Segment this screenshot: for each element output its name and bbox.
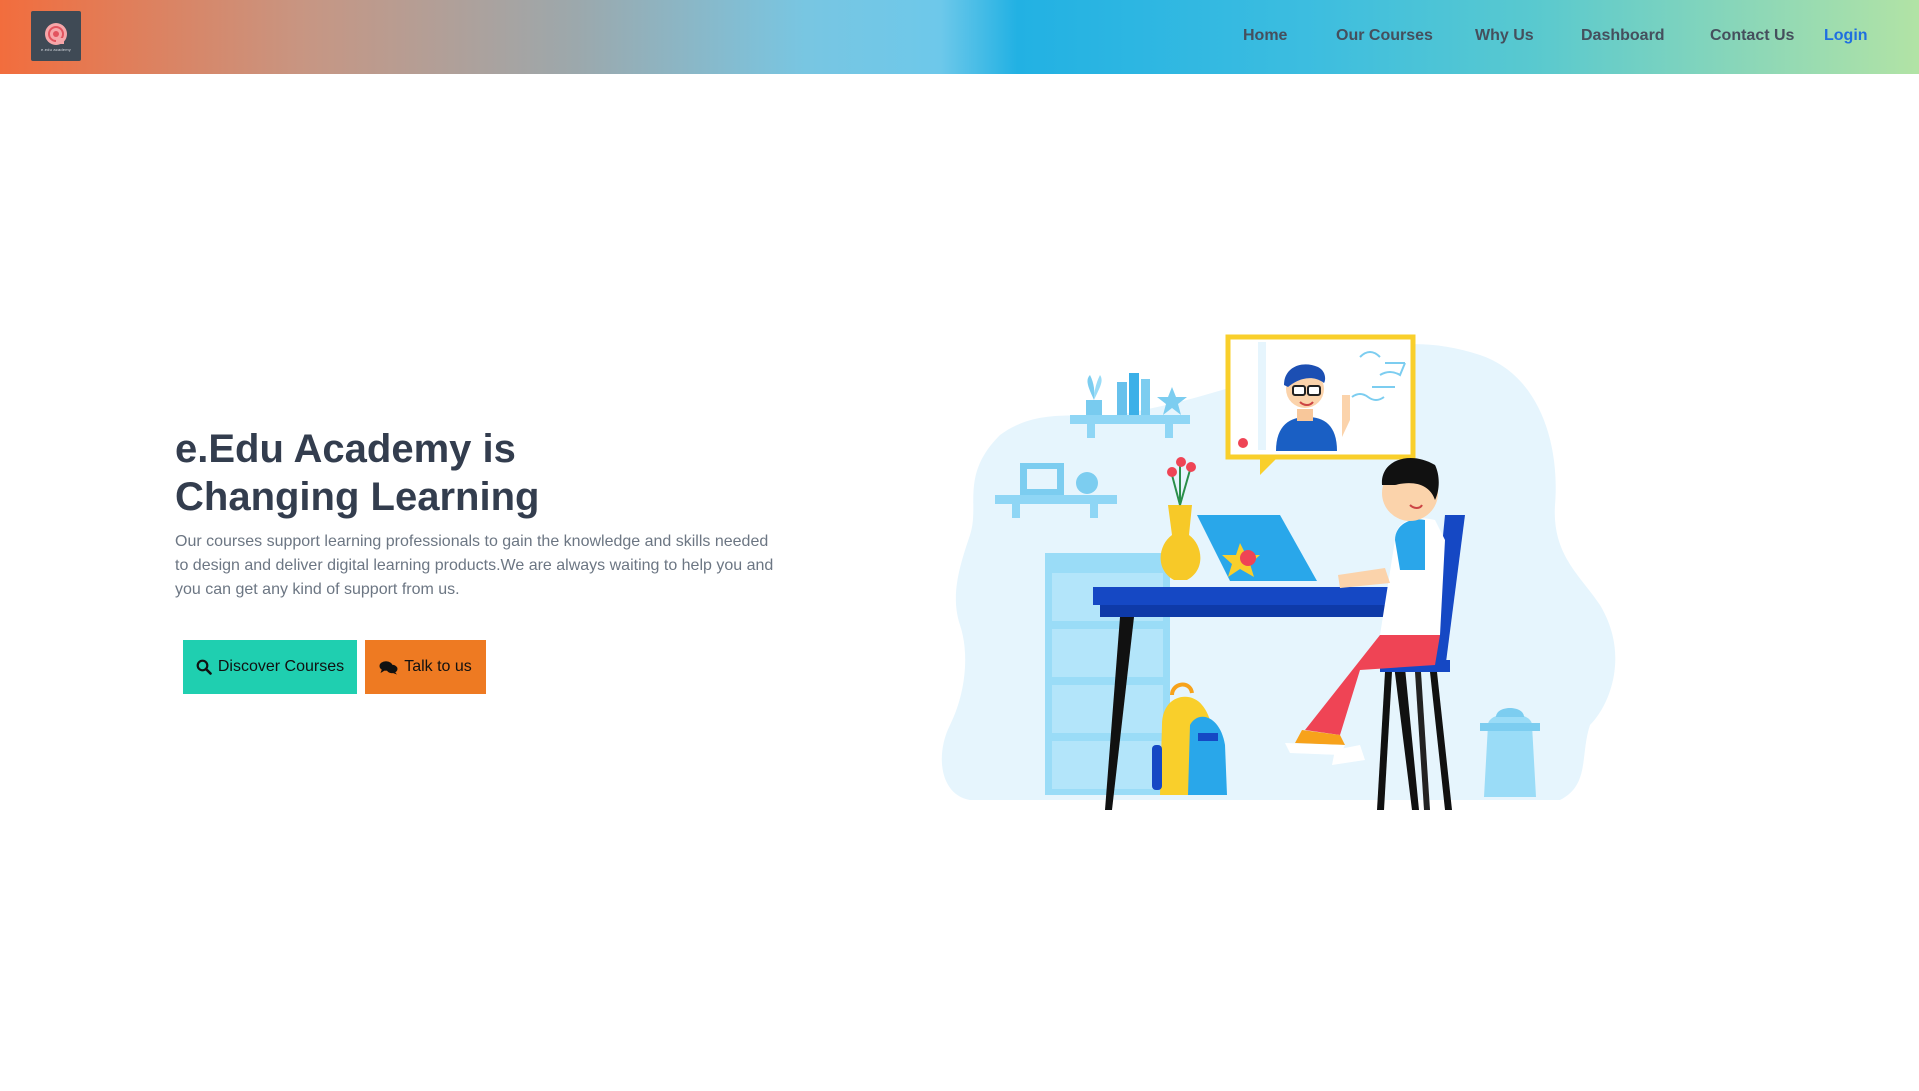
student-online-class-illustration <box>941 334 1616 810</box>
hero-description: Our courses support learning professiona… <box>175 533 774 598</box>
hero-title-line1: e.Edu Academy is <box>175 427 516 471</box>
talk-to-us-label: Talk to us <box>404 658 472 675</box>
talk-to-us-button[interactable]: Talk to us <box>365 640 486 694</box>
main-nav: Home Our Courses Why Us Dashboard Contac… <box>0 0 1919 74</box>
nav-contact-us[interactable]: Contact Us <box>1710 27 1794 45</box>
hero-title-line2: Changing Learning <box>175 475 540 519</box>
discover-courses-label: Discover Courses <box>217 658 345 675</box>
nav-why-us[interactable]: Why Us <box>1475 27 1534 45</box>
nav-dashboard[interactable]: Dashboard <box>1581 27 1665 45</box>
comments-icon <box>379 660 398 674</box>
nav-our-courses[interactable]: Our Courses <box>1336 27 1433 45</box>
nav-login[interactable]: Login <box>1824 27 1868 45</box>
hero-title: e.Edu Academy is Changing Learning <box>175 425 735 521</box>
nav-home[interactable]: Home <box>1243 27 1287 45</box>
top-navbar: e.edu academy Home Our Courses Why Us Da… <box>0 0 1919 74</box>
search-icon <box>196 659 212 675</box>
discover-courses-button[interactable]: Discover Courses <box>183 640 357 694</box>
